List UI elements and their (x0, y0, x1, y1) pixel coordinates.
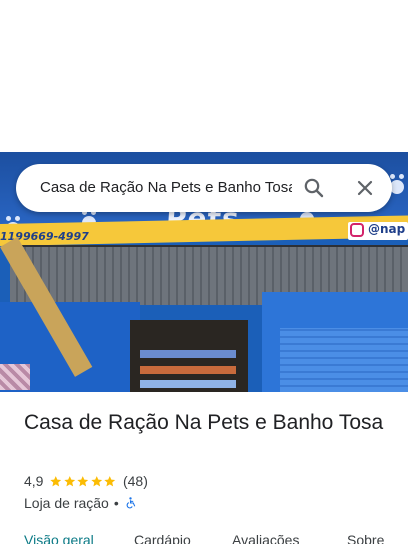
tab-reviews[interactable]: Avaliações (232, 532, 299, 544)
product-bag (0, 364, 30, 390)
star-icon (64, 475, 76, 486)
rating-stars (49, 475, 117, 488)
instagram-icon (350, 223, 364, 237)
close-icon[interactable] (353, 176, 377, 200)
instagram-handle: @nap (368, 222, 406, 236)
tab-about[interactable]: Sobre (347, 532, 384, 544)
rolling-shutter (280, 328, 408, 392)
star-icon (91, 475, 103, 486)
shelf (140, 380, 236, 388)
rating-row[interactable]: 4,9 (48) (24, 472, 148, 490)
star-icon (104, 475, 116, 486)
search-icon[interactable] (302, 176, 326, 200)
star-icon (50, 475, 62, 486)
separator-dot: • (113, 495, 119, 511)
search-bar[interactable]: Casa de Ração Na Pets e Banho Tosa (16, 164, 392, 212)
wheelchair-icon[interactable] (124, 496, 137, 510)
place-title: Casa de Ração Na Pets e Banho Tosa (24, 411, 384, 434)
place-category[interactable]: Loja de ração (24, 495, 109, 511)
star-icon (77, 475, 89, 486)
paw-print-icon (390, 174, 404, 194)
tab-menu[interactable]: Cardápio (134, 532, 191, 544)
tab-overview[interactable]: Visão geral (24, 532, 94, 544)
rating-value: 4,9 (24, 473, 44, 489)
category-row: Loja de ração • (24, 494, 137, 512)
review-count[interactable]: (48) (123, 473, 148, 489)
shelf (140, 366, 236, 374)
top-blank-area (0, 0, 408, 152)
place-tabs: Visão geral Cardápio Avaliações Sobre (0, 530, 408, 544)
search-input[interactable]: Casa de Ração Na Pets e Banho Tosa (40, 179, 292, 199)
shelf (140, 350, 236, 358)
